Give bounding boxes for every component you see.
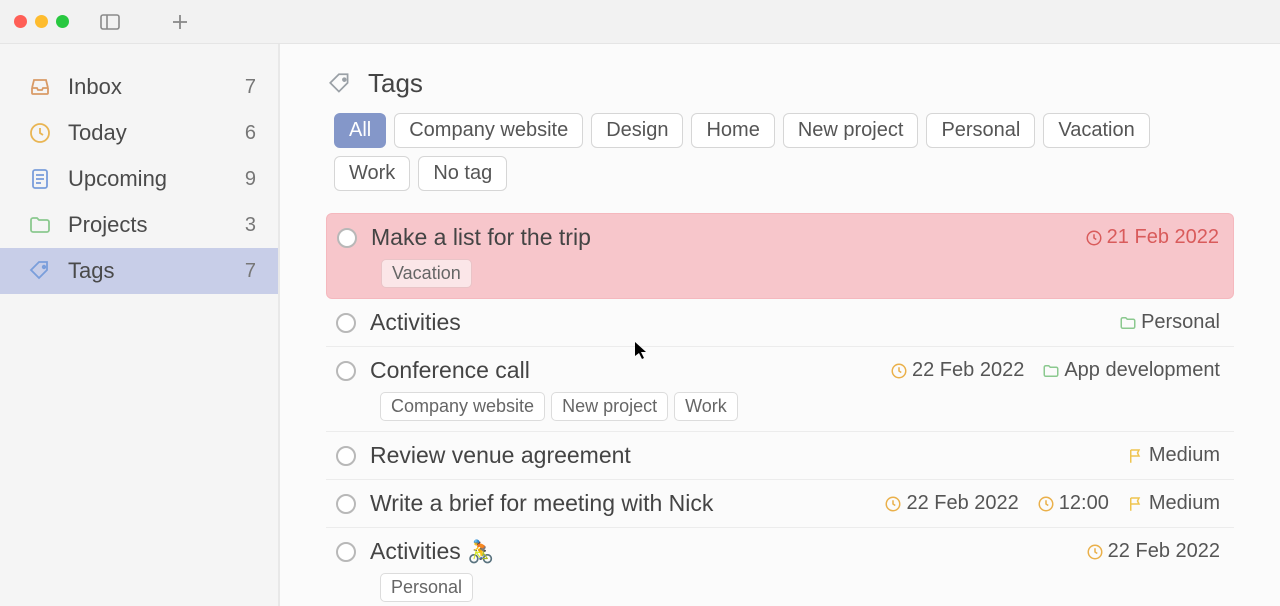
task-title: Write a brief for meeting with Nick [370,490,870,517]
today-icon [28,121,52,145]
upcoming-icon [28,167,52,191]
task-title: Activities [370,309,1105,336]
task-title: Make a list for the trip [371,224,1071,251]
task-title: Conference call [370,357,876,384]
task-row[interactable]: Review venue agreement Medium [326,432,1234,480]
task-folder: Personal [1119,311,1220,334]
task-priority: Medium [1127,492,1220,515]
tags-icon [28,259,52,283]
task-row[interactable]: Make a list for the trip 21 Feb 2022 Vacat… [326,213,1234,299]
task-emoji: 🚴 [467,539,494,564]
task-meta: 22 Feb 2022 12:00 Medium [884,492,1220,515]
projects-icon [28,213,52,237]
task-checkbox[interactable] [336,313,356,333]
tag-filter-row: AllCompany websiteDesignHome New projectP… [326,113,1234,191]
task-meta: Personal [1119,311,1220,334]
task-tag[interactable]: Company website [380,392,545,421]
tag-filter-no-tag[interactable]: No tag [418,156,507,191]
sidebar-item-count: 6 [245,122,256,145]
sidebar-item-count: 7 [245,260,256,283]
task-meta: 21 Feb 2022 [1085,226,1219,249]
inbox-icon [28,75,52,99]
task-title: Review venue agreement [370,442,1113,469]
window-maximize-button[interactable] [56,15,69,28]
sidebar-item-label: Today [68,120,229,146]
task-row[interactable]: Conference call 22 Feb 2022 App developmen… [326,347,1234,432]
task-tag[interactable]: New project [551,392,668,421]
sidebar-item-label: Tags [68,258,229,284]
task-date: 22 Feb 2022 [1086,540,1220,563]
tag-filter-all[interactable]: All [334,113,386,148]
tag-filter-personal[interactable]: Personal [926,113,1035,148]
task-time: 12:00 [1037,492,1109,515]
window-controls [14,15,69,28]
task-folder: App development [1042,359,1220,382]
sidebar-item-inbox[interactable]: Inbox 7 [0,64,278,110]
page-header: Tags [326,68,1234,99]
toggle-sidebar-button[interactable] [95,7,125,37]
task-checkbox[interactable] [336,542,356,562]
sidebar-item-upcoming[interactable]: Upcoming 9 [0,156,278,202]
main-content: Tags AllCompany websiteDesignHomeNew pro… [280,44,1280,606]
sidebar-item-today[interactable]: Today 6 [0,110,278,156]
task-title: Activities 🚴 [370,538,1072,565]
task-checkbox[interactable] [336,361,356,381]
sidebar-item-projects[interactable]: Projects 3 [0,202,278,248]
tag-filter-work[interactable]: Work [334,156,410,191]
tag-filter-company-website[interactable]: Company website [394,113,583,148]
sidebar-item-count: 3 [245,214,256,237]
task-tags: Personal [380,573,1220,602]
task-date: 22 Feb 2022 [890,359,1024,382]
tag-filter-home[interactable]: Home [691,113,774,148]
task-date: 22 Feb 2022 [884,492,1018,515]
window-minimize-button[interactable] [35,15,48,28]
task-list: Make a list for the trip 21 Feb 2022 Vacat… [326,213,1234,606]
sidebar-item-count: 7 [245,76,256,99]
tag-icon [326,70,354,98]
tag-filter-new-project[interactable]: New project [783,113,919,148]
task-tags: Company websiteNew projectWork [380,392,1220,421]
sidebar-item-label: Inbox [68,74,229,100]
task-checkbox[interactable] [336,494,356,514]
task-tag[interactable]: Work [674,392,738,421]
task-tag[interactable]: Personal [380,573,473,602]
task-row[interactable]: Activities Personal [326,299,1234,347]
task-checkbox[interactable] [337,228,357,248]
task-meta: 22 Feb 2022 [1086,540,1220,563]
task-date: 21 Feb 2022 [1085,226,1219,249]
window-close-button[interactable] [14,15,27,28]
tag-filter-vacation[interactable]: Vacation [1043,113,1149,148]
task-tags: Vacation [381,259,1219,288]
task-row[interactable]: Activities 🚴 22 Feb 2022 Personal [326,528,1234,606]
task-checkbox[interactable] [336,446,356,466]
task-meta: Medium [1127,444,1220,467]
task-priority: Medium [1127,444,1220,467]
sidebar-item-label: Projects [68,212,229,238]
sidebar-item-label: Upcoming [68,166,229,192]
new-item-button[interactable] [165,7,195,37]
tag-filter-design[interactable]: Design [591,113,683,148]
task-tag[interactable]: Vacation [381,259,472,288]
sidebar: Inbox 7 Today 6 Upcoming 9 Projects 3 Tags 7 [0,44,280,606]
task-row[interactable]: Write a brief for meeting with Nick 22 Fe… [326,480,1234,528]
sidebar-item-count: 9 [245,168,256,191]
task-meta: 22 Feb 2022 App development [890,359,1220,382]
titlebar [0,0,1280,44]
sidebar-item-tags[interactable]: Tags 7 [0,248,278,294]
page-title: Tags [368,68,423,99]
